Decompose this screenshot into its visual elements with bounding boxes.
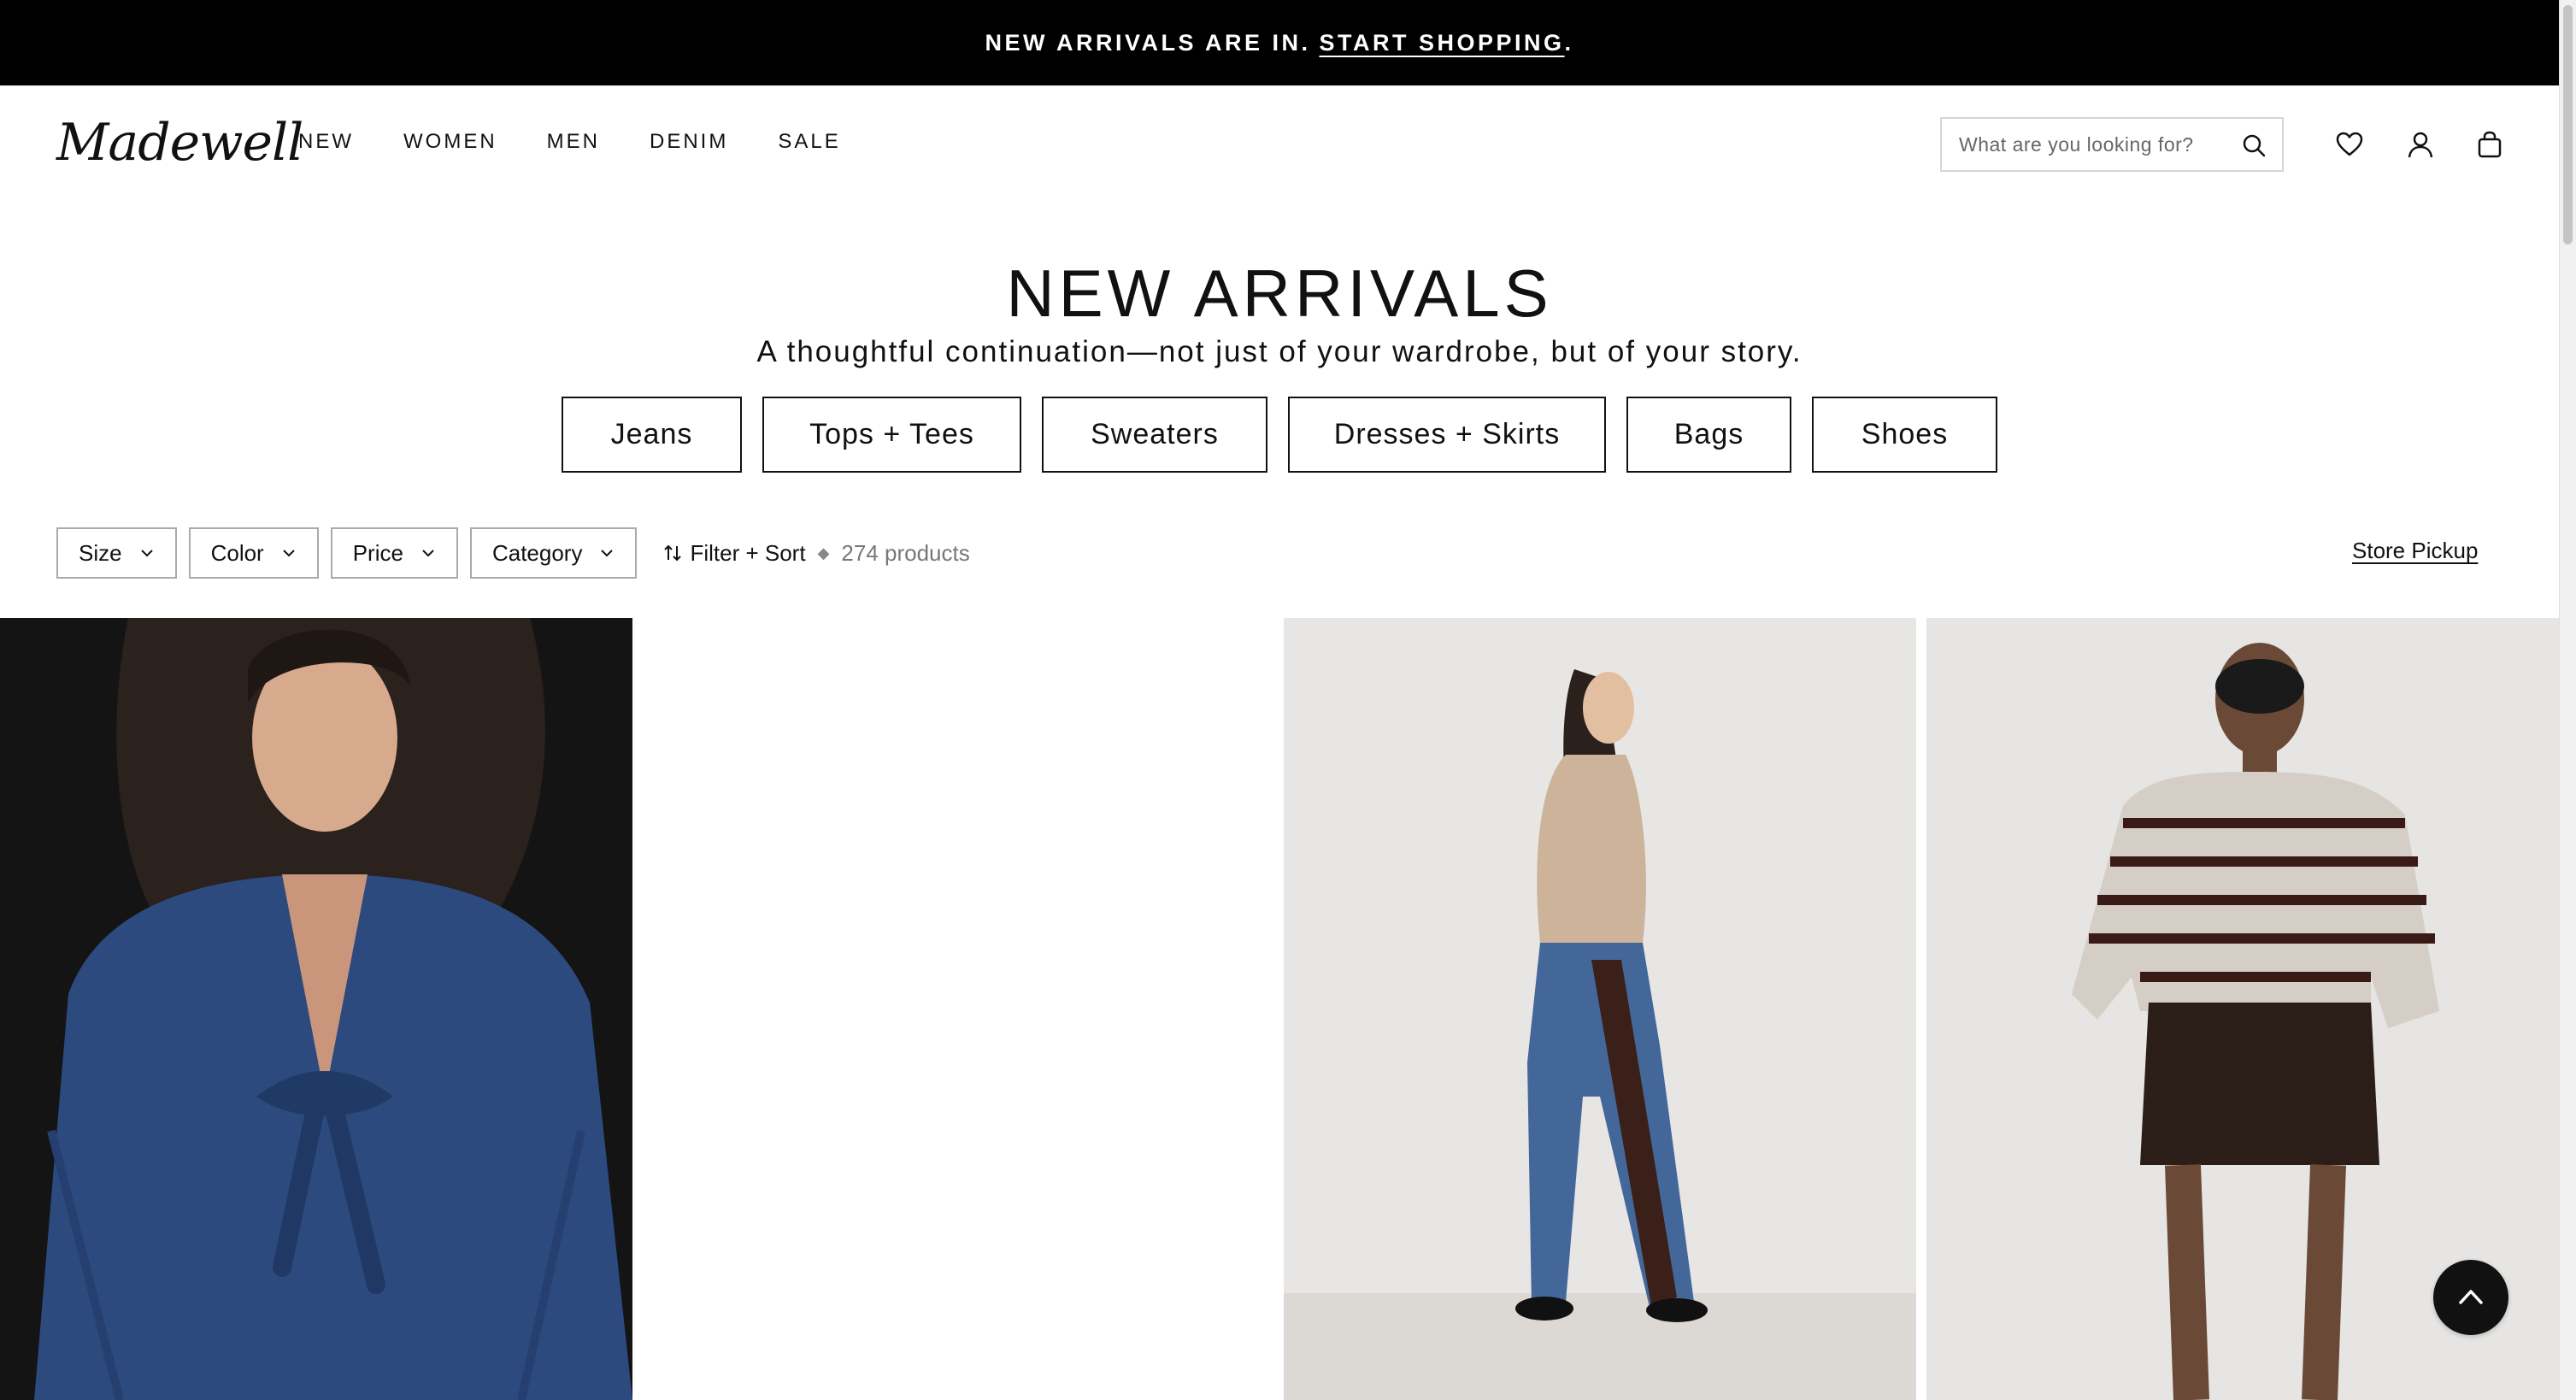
product-tile-2[interactable] <box>0 618 632 1400</box>
chevron-down-icon <box>283 550 295 557</box>
chevron-down-icon <box>422 550 434 557</box>
search-input[interactable] <box>1942 132 2232 156</box>
chip-jeans[interactable]: Jeans <box>562 397 742 473</box>
bag-icon[interactable] <box>2475 130 2504 159</box>
search-icon[interactable] <box>2241 132 2267 158</box>
filter-bar: Size Color Price Category Filter + Sort … <box>56 527 970 579</box>
nav-women[interactable]: WOMEN <box>403 130 497 154</box>
start-shopping-link[interactable]: START SHOPPING <box>1319 30 1564 56</box>
nav-men[interactable]: MEN <box>547 130 600 154</box>
store-pickup-link[interactable]: Store Pickup <box>2352 538 2478 564</box>
account-icon[interactable] <box>2406 130 2435 159</box>
chip-shoes[interactable]: Shoes <box>1812 397 1997 473</box>
product-grid <box>0 618 2559 1400</box>
price-filter-label: Price <box>352 539 403 566</box>
price-filter[interactable]: Price <box>330 527 458 579</box>
page-scrollbar[interactable] <box>2559 0 2576 1400</box>
sort-icon <box>664 544 682 562</box>
chip-dresses-skirts[interactable]: Dresses + Skirts <box>1288 397 1606 473</box>
nav-sale[interactable]: SALE <box>778 130 840 154</box>
promo-suffix: . <box>1564 29 1574 56</box>
product-count: 274 products <box>841 539 970 566</box>
heart-icon[interactable] <box>2335 130 2364 159</box>
chevron-down-icon <box>601 550 614 557</box>
separator-dot: ◆ <box>817 544 830 562</box>
promo-text: NEW ARRIVALS ARE IN. <box>985 29 1311 56</box>
main-nav: NEW WOMEN MEN DENIM SALE <box>298 130 891 154</box>
nav-new[interactable]: NEW <box>298 130 354 154</box>
filter-sort-button[interactable]: Filter + Sort <box>664 539 806 567</box>
product-image-3 <box>1284 618 1916 1400</box>
chevron-up-icon <box>2459 1290 2483 1304</box>
product-image-2 <box>0 618 632 1400</box>
category-filter-label: Category <box>491 539 583 566</box>
chip-sweaters[interactable]: Sweaters <box>1042 397 1267 473</box>
chevron-down-icon <box>140 550 153 557</box>
nav-denim[interactable]: DENIM <box>650 130 728 154</box>
category-chips: Jeans Tops + Tees Sweaters Dresses + Ski… <box>0 397 2559 473</box>
promo-banner: NEW ARRIVALS ARE IN. START SHOPPING. <box>0 0 2559 85</box>
size-filter[interactable]: Size <box>56 527 177 579</box>
size-filter-label: Size <box>79 539 122 566</box>
product-tile-3[interactable] <box>1284 618 1916 1400</box>
color-filter-label: Color <box>210 539 264 566</box>
back-to-top-button[interactable] <box>2433 1260 2508 1335</box>
chip-bags[interactable]: Bags <box>1626 397 1791 473</box>
site-header: Madewell NEW WOMEN MEN DENIM SALE <box>0 85 2559 205</box>
chip-tops-tees[interactable]: Tops + Tees <box>762 397 1021 473</box>
search-box <box>1940 117 2284 172</box>
color-filter[interactable]: Color <box>188 527 319 579</box>
page-subtitle: A thoughtful continuation—not just of yo… <box>756 335 1803 368</box>
madewell-logo[interactable]: Madewell <box>56 113 303 173</box>
scrollbar-thumb[interactable] <box>2563 5 2573 244</box>
category-filter[interactable]: Category <box>469 527 638 579</box>
filter-sort-label: Filter + Sort <box>690 539 806 566</box>
page-title: NEW ARRIVALS <box>1006 256 1553 331</box>
